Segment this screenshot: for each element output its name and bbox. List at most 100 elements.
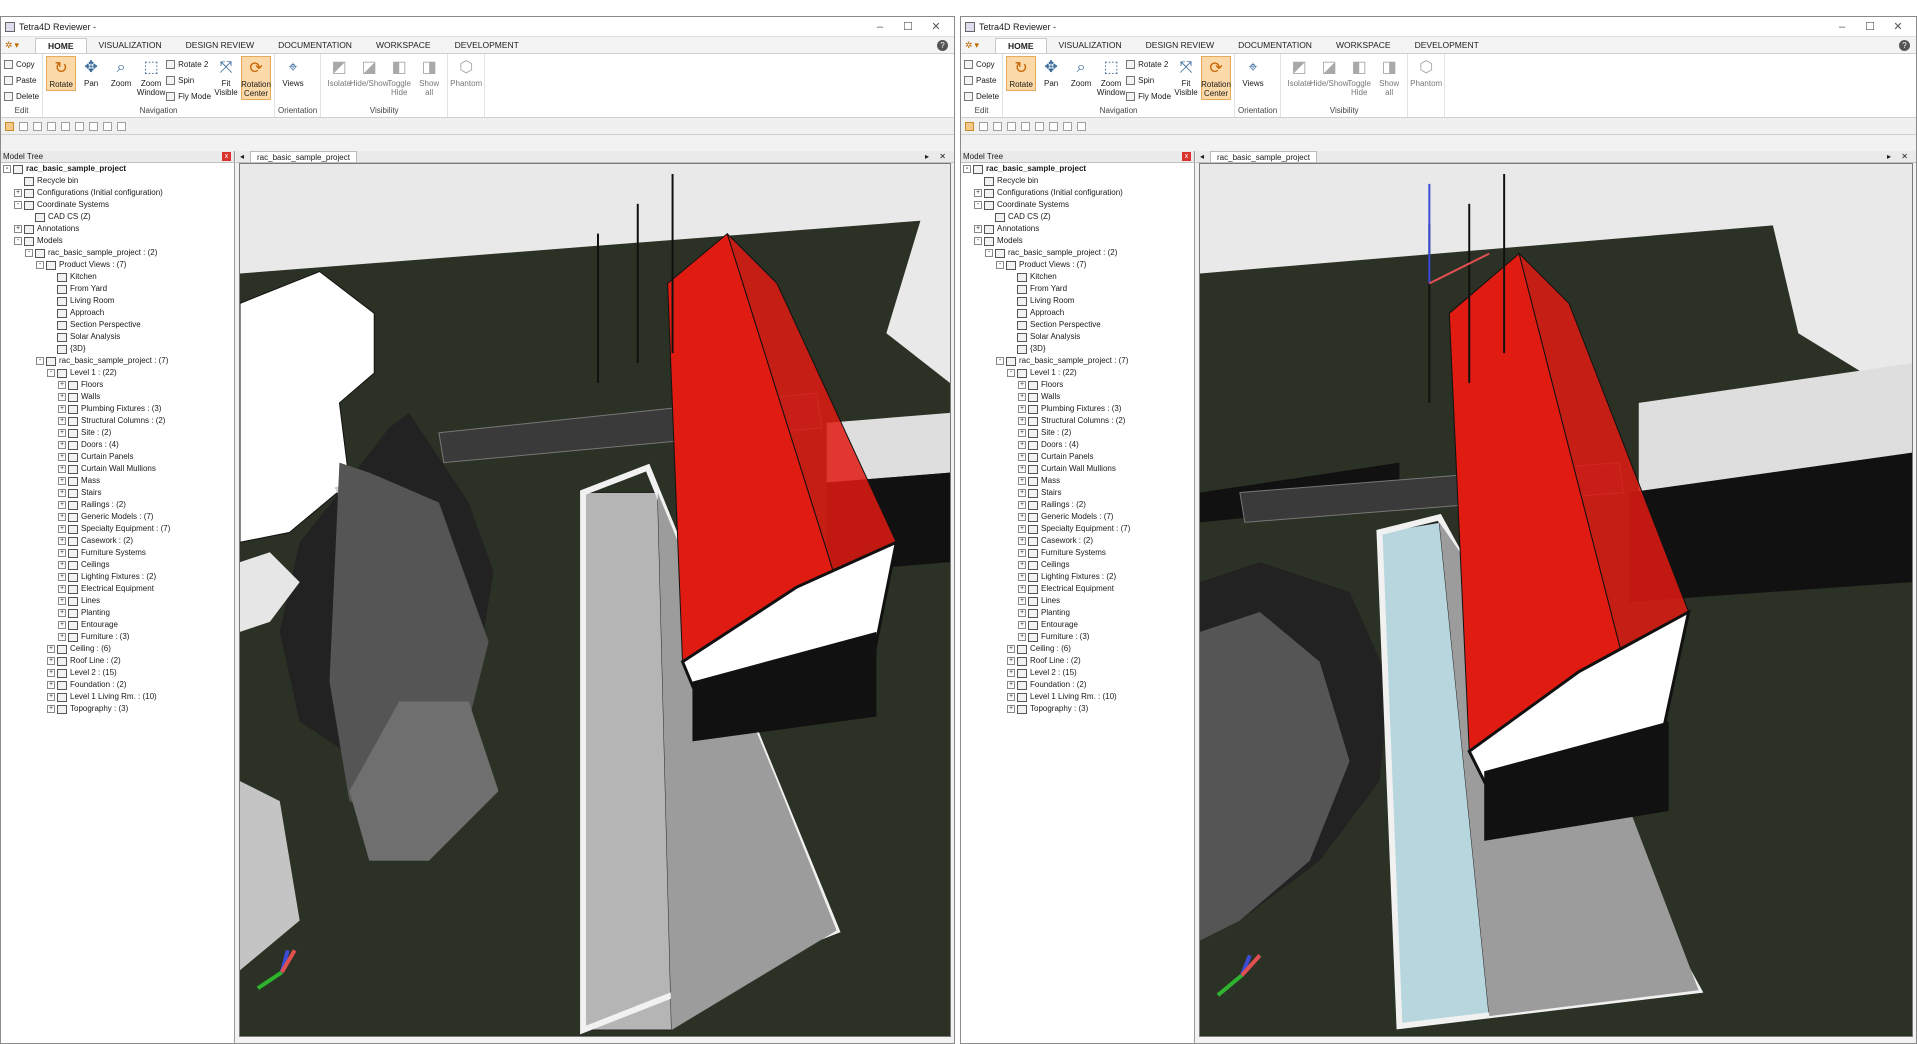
collapse-icon[interactable]: - — [14, 237, 22, 245]
expand-icon[interactable]: + — [47, 693, 55, 701]
tree-node[interactable]: + Structural Columns : (2) — [1, 415, 234, 427]
expand-icon[interactable]: + — [58, 621, 66, 629]
section-icon[interactable] — [1007, 121, 1016, 131]
measure-icon[interactable] — [33, 121, 42, 131]
tab-home[interactable]: HOME — [35, 37, 87, 53]
tree-node[interactable]: + Casework : (2) — [1, 535, 234, 547]
expand-icon[interactable]: + — [1018, 537, 1026, 545]
tree-node[interactable]: Approach — [1, 307, 234, 319]
document-tab[interactable]: rac_basic_sample_project — [250, 151, 357, 162]
expand-icon[interactable]: + — [1018, 549, 1026, 557]
tree-node[interactable]: + Mass — [961, 475, 1194, 487]
tab-workspace[interactable]: WORKSPACE — [364, 38, 443, 52]
expand-icon[interactable]: + — [1018, 573, 1026, 581]
pin-icon[interactable] — [117, 121, 126, 131]
expand-icon[interactable]: + — [1018, 501, 1026, 509]
pin-icon[interactable] — [1077, 121, 1086, 131]
collapse-icon[interactable]: - — [36, 261, 44, 269]
minimize-button[interactable]: – — [1828, 21, 1856, 33]
document-tab[interactable]: rac_basic_sample_project — [1210, 151, 1317, 162]
tree-node[interactable]: + Annotations — [1, 223, 234, 235]
tree-node[interactable]: + Lighting Fixtures : (2) — [961, 571, 1194, 583]
hide-show-button[interactable]: ◪ Hide/Show — [1310, 56, 1349, 89]
hide-show-button[interactable]: ◪ Hide/Show — [350, 56, 389, 89]
expand-icon[interactable]: + — [58, 453, 66, 461]
tree-node[interactable]: From Yard — [961, 283, 1194, 295]
expand-icon[interactable]: + — [1007, 657, 1015, 665]
tree-node[interactable]: + Specialty Equipment : (7) — [961, 523, 1194, 535]
expand-icon[interactable]: + — [1018, 621, 1026, 629]
tree-node[interactable]: + Site : (2) — [961, 427, 1194, 439]
spin-button[interactable]: Spin — [166, 74, 211, 87]
expand-icon[interactable]: + — [58, 381, 66, 389]
tree-node[interactable]: + Foundation : (2) — [961, 679, 1194, 691]
tab-documentation[interactable]: DOCUMENTATION — [1226, 38, 1324, 52]
pan-button[interactable]: ✥ Pan — [76, 56, 106, 89]
expand-icon[interactable]: + — [58, 429, 66, 437]
expand-icon[interactable]: + — [58, 489, 66, 497]
expand-icon[interactable]: + — [58, 477, 66, 485]
3d-scene[interactable] — [1200, 164, 1912, 1036]
tree-node[interactable]: + Furniture Systems — [1, 547, 234, 559]
tree-node[interactable]: + Ceiling : (6) — [961, 643, 1194, 655]
expand-icon[interactable]: + — [1018, 513, 1026, 521]
rotate2-button[interactable]: Rotate 2 — [166, 58, 211, 71]
close-icon[interactable]: x — [222, 152, 231, 161]
spin-button[interactable]: Spin — [1126, 74, 1171, 87]
expand-icon[interactable]: + — [1007, 681, 1015, 689]
collapse-icon[interactable]: - — [3, 165, 11, 173]
expand-icon[interactable]: + — [1018, 489, 1026, 497]
tree-node[interactable]: - rac_basic_sample_project — [961, 163, 1194, 175]
expand-icon[interactable]: + — [1007, 645, 1015, 653]
expand-icon[interactable]: + — [974, 189, 982, 197]
markup-icon[interactable] — [61, 121, 70, 131]
tree-node[interactable]: + Doors : (4) — [1, 439, 234, 451]
expand-icon[interactable]: + — [58, 537, 66, 545]
app-menu-button[interactable]: ✲ ▾ — [5, 38, 35, 52]
tree-node[interactable]: - Coordinate Systems — [1, 199, 234, 211]
tree-node[interactable]: + Ceiling : (6) — [1, 643, 234, 655]
grid-icon[interactable] — [103, 121, 112, 131]
tree-node[interactable]: + Furniture Systems — [961, 547, 1194, 559]
expand-icon[interactable]: + — [1018, 441, 1026, 449]
tree-node[interactable]: + Curtain Panels — [961, 451, 1194, 463]
back-arrow-icon[interactable]: ◂ — [1200, 151, 1204, 162]
pencil-icon[interactable] — [19, 121, 28, 131]
tree-node[interactable]: {3D} — [1, 343, 234, 355]
views-button[interactable]: ⌖ Views — [278, 56, 308, 89]
tree-node[interactable]: CAD CS (Z) — [961, 211, 1194, 223]
collapse-icon[interactable]: - — [36, 357, 44, 365]
expand-icon[interactable]: + — [47, 669, 55, 677]
show-all-button[interactable]: ◨ Show all — [1374, 56, 1404, 98]
tree-node[interactable]: - Models — [1, 235, 234, 247]
tree-node[interactable]: + Annotations — [961, 223, 1194, 235]
viewport-controls[interactable]: ▸ ✕ — [925, 151, 950, 162]
zoom-window-button[interactable]: ⬚ Zoom Window — [1096, 56, 1126, 98]
tree-node[interactable]: Kitchen — [961, 271, 1194, 283]
tree-node[interactable]: From Yard — [1, 283, 234, 295]
tree-node[interactable]: + Furniture : (3) — [1, 631, 234, 643]
tab-visualization[interactable]: VISUALIZATION — [87, 38, 174, 52]
delete-button[interactable]: Delete — [4, 90, 39, 103]
tree-node[interactable]: + Structural Columns : (2) — [961, 415, 1194, 427]
tree-node[interactable]: + Level 2 : (15) — [1, 667, 234, 679]
expand-icon[interactable]: + — [1018, 609, 1026, 617]
tree-node[interactable]: - Product Views : (7) — [1, 259, 234, 271]
tree-node[interactable]: + Walls — [961, 391, 1194, 403]
tree-node[interactable]: + Configurations (Initial configuration) — [1, 187, 234, 199]
paste-button[interactable]: Paste — [4, 74, 39, 87]
collapse-icon[interactable]: - — [996, 357, 1004, 365]
link-icon[interactable] — [1049, 121, 1058, 131]
tree-node[interactable]: - rac_basic_sample_project : (7) — [1, 355, 234, 367]
tree-node[interactable]: CAD CS (Z) — [1, 211, 234, 223]
expand-icon[interactable]: + — [58, 597, 66, 605]
tree-node[interactable]: + Floors — [1, 379, 234, 391]
expand-icon[interactable]: + — [58, 501, 66, 509]
collapse-icon[interactable]: - — [985, 249, 993, 257]
expand-icon[interactable]: + — [1018, 633, 1026, 641]
expand-icon[interactable]: + — [1018, 477, 1026, 485]
tree-node[interactable]: + Configurations (Initial configuration) — [961, 187, 1194, 199]
collapse-icon[interactable]: - — [963, 165, 971, 173]
expand-icon[interactable]: + — [58, 633, 66, 641]
collapse-icon[interactable]: - — [47, 369, 55, 377]
